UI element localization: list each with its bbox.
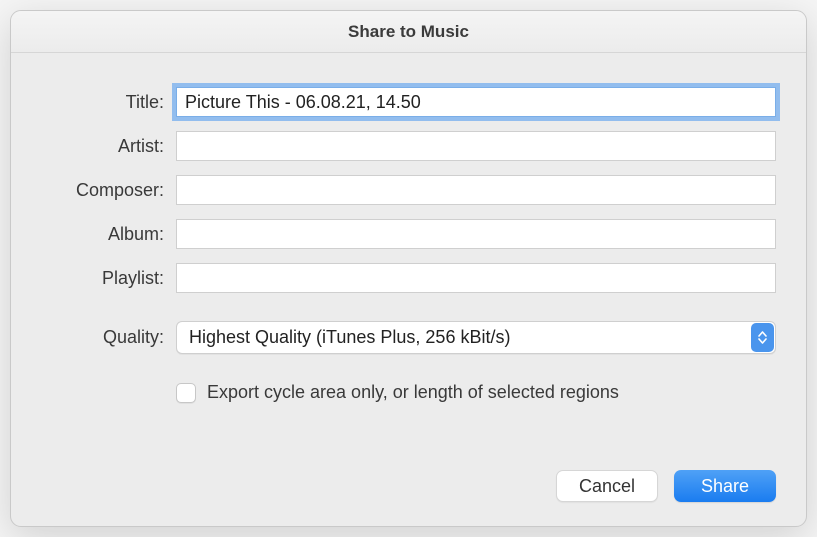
export-cycle-label: Export cycle area only, or length of sel… — [207, 382, 619, 403]
playlist-input[interactable] — [176, 263, 776, 293]
album-label: Album: — [41, 224, 176, 245]
quality-select-wrapper: Highest Quality (iTunes Plus, 256 kBit/s… — [176, 321, 776, 354]
quality-select[interactable]: Highest Quality (iTunes Plus, 256 kBit/s… — [176, 321, 776, 354]
button-row: Cancel Share — [41, 440, 776, 502]
row-quality: Quality: Highest Quality (iTunes Plus, 2… — [41, 321, 776, 354]
row-album: Album: — [41, 219, 776, 249]
export-cycle-checkbox[interactable] — [176, 383, 196, 403]
playlist-label: Playlist: — [41, 268, 176, 289]
titlebar: Share to Music — [11, 11, 806, 53]
composer-label: Composer: — [41, 180, 176, 201]
artist-input[interactable] — [176, 131, 776, 161]
quality-label: Quality: — [41, 327, 176, 348]
cancel-button[interactable]: Cancel — [556, 470, 658, 502]
window-title: Share to Music — [348, 22, 469, 42]
row-export-checkbox: Export cycle area only, or length of sel… — [176, 382, 776, 403]
title-input[interactable] — [176, 87, 776, 117]
row-composer: Composer: — [41, 175, 776, 205]
share-button[interactable]: Share — [674, 470, 776, 502]
dialog-window: Share to Music Title: Artist: Composer: … — [10, 10, 807, 527]
composer-input[interactable] — [176, 175, 776, 205]
album-input[interactable] — [176, 219, 776, 249]
row-artist: Artist: — [41, 131, 776, 161]
dialog-content: Title: Artist: Composer: Album: Playlist… — [11, 53, 806, 526]
title-label: Title: — [41, 92, 176, 113]
row-playlist: Playlist: — [41, 263, 776, 293]
row-title: Title: — [41, 87, 776, 117]
quality-select-value: Highest Quality (iTunes Plus, 256 kBit/s… — [189, 327, 510, 348]
artist-label: Artist: — [41, 136, 176, 157]
